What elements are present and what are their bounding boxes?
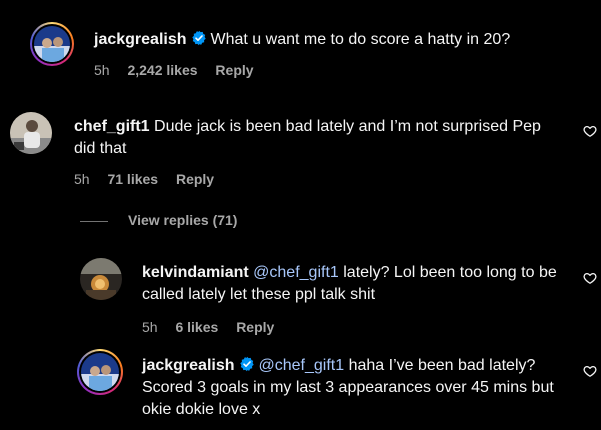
heart-outline-icon[interactable]	[583, 271, 597, 285]
heart-outline-icon[interactable]	[583, 364, 597, 378]
avatar-image	[10, 112, 52, 154]
avatar-kelvindamiant[interactable]	[80, 258, 122, 300]
view-replies-label: View replies (71)	[128, 212, 238, 228]
view-replies-button[interactable]: View replies (71)	[80, 212, 237, 228]
verified-badge-icon	[239, 356, 254, 372]
reply-button[interactable]: Reply	[215, 62, 253, 78]
comment-mention[interactable]: @chef_gift1	[253, 264, 339, 281]
comment-username[interactable]: chef_gift1	[74, 118, 150, 135]
comment-time: 5h	[142, 319, 158, 335]
comment-meta: 5h 6 likes Reply	[142, 319, 288, 335]
avatar-image	[81, 353, 119, 391]
avatar-image	[34, 26, 70, 62]
reply-button[interactable]: Reply	[236, 319, 274, 335]
comment-username[interactable]: jackgrealish	[94, 31, 187, 48]
comment-meta: 5h 2,242 likes Reply	[94, 62, 268, 78]
reply-button[interactable]: Reply	[176, 171, 214, 187]
avatar-chef-gift1[interactable]	[10, 112, 52, 154]
avatar-image	[80, 258, 122, 300]
comment-username[interactable]: jackgrealish	[142, 357, 235, 374]
view-replies-divider	[80, 220, 108, 222]
avatar-jackgrealish[interactable]	[77, 349, 123, 395]
comment-time: 5h	[94, 62, 110, 78]
avatar-jackgrealish[interactable]	[30, 22, 74, 66]
comment-time: 5h	[74, 171, 90, 187]
heart-outline-icon[interactable]	[583, 124, 597, 138]
verified-badge-icon	[191, 30, 206, 46]
comment-likes[interactable]: 2,242 likes	[127, 62, 197, 78]
comment-likes[interactable]: 6 likes	[175, 319, 218, 335]
comment-username[interactable]: kelvindamiant	[142, 264, 249, 281]
comment-meta: 5h 71 likes Reply	[74, 171, 228, 187]
comment-text: What u want me to do score a hatty in 20…	[210, 31, 511, 48]
comment-mention[interactable]: @chef_gift1	[259, 357, 345, 374]
comment-likes[interactable]: 71 likes	[107, 171, 158, 187]
